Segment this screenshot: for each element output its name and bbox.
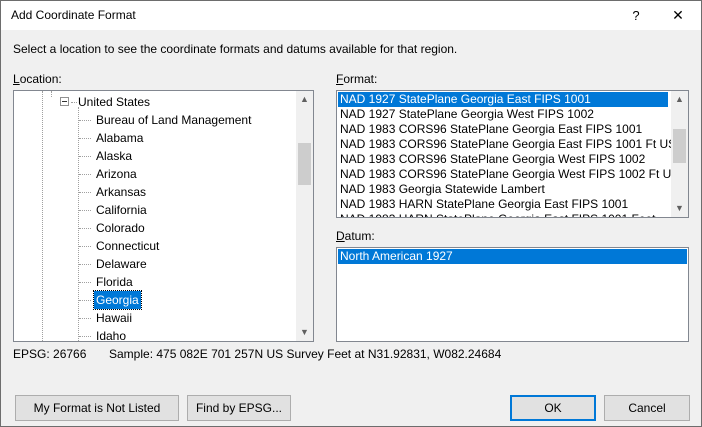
format-list-item[interactable]: NAD 1983 HARN StatePlane Georgia East FI… [338,197,668,212]
tree-item-bureau-of-land-management[interactable]: Bureau of Land Management [94,111,253,129]
help-button[interactable]: ? [613,1,659,30]
datum-list-item[interactable]: North American 1927 [338,249,687,264]
instruction-text: Select a location to see the coordinate … [13,42,458,56]
format-list-item[interactable]: NAD 1983 CORS96 StatePlane Georgia West … [338,152,668,167]
tree-item-idaho[interactable]: Idaho [94,327,128,341]
location-tree[interactable]: United States Bureau of Land Management A… [13,90,314,342]
format-list-item[interactable]: NAD 1927 StatePlane Georgia West FIPS 10… [338,107,668,122]
scroll-down-icon[interactable]: ▼ [671,200,688,217]
tree-item-arizona[interactable]: Arizona [94,165,139,183]
epsg-code: EPSG: 26766 [13,347,87,361]
tree-item-alabama[interactable]: Alabama [94,129,145,147]
location-scrollbar[interactable]: ▲ ▼ [296,91,313,341]
format-list-item[interactable]: NAD 1983 CORS96 StatePlane Georgia East … [338,122,668,137]
format-scrollbar[interactable]: ▲ ▼ [671,91,688,217]
format-list-item[interactable]: NAD 1983 Georgia Statewide Lambert [338,182,668,197]
tree-item-alaska[interactable]: Alaska [94,147,134,165]
tree-item-florida[interactable]: Florida [94,273,135,291]
sample-coordinates: Sample: 475 082E 701 257N US Survey Feet… [109,347,502,361]
tree-item-california[interactable]: California [94,201,149,219]
format-list-item[interactable]: NAD 1983 CORS96 StatePlane Georgia East … [338,137,676,152]
location-label: Location: [13,72,62,86]
format-list-item[interactable]: NAD 1983 CORS96 StatePlane Georgia West … [338,167,679,182]
tree-item-georgia[interactable]: Georgia [93,290,142,310]
format-list-item[interactable]: NAD 1983 HARN StatePlane Georgia East FI… [338,212,668,217]
scroll-up-icon[interactable]: ▲ [296,91,313,108]
format-not-listed-button[interactable]: My Format is Not Listed [15,395,179,421]
tree-item-connecticut[interactable]: Connecticut [94,237,161,255]
format-list[interactable]: NAD 1927 StatePlane Georgia East FIPS 10… [336,90,689,218]
format-label: Format: [336,72,378,86]
add-coordinate-format-dialog: Add Coordinate Format ? ✕ Select a locat… [0,0,702,427]
find-by-epsg-button[interactable]: Find by EPSG... [187,395,291,421]
datum-list[interactable]: North American 1927 [336,247,689,342]
cancel-button[interactable]: Cancel [604,395,690,421]
tree-item-hawaii[interactable]: Hawaii [94,309,134,327]
datum-label: Datum: [336,229,375,243]
tree-item-arkansas[interactable]: Arkansas [94,183,148,201]
ok-button[interactable]: OK [510,395,596,421]
dialog-title: Add Coordinate Format [11,8,136,22]
format-list-item[interactable]: NAD 1927 StatePlane Georgia East FIPS 10… [338,92,668,107]
scroll-thumb[interactable] [298,143,311,185]
tree-item-united-states[interactable]: United States [76,93,152,111]
close-button[interactable]: ✕ [655,1,701,30]
collapse-icon[interactable] [60,97,69,106]
tree-item-delaware[interactable]: Delaware [94,255,149,273]
scroll-thumb[interactable] [673,129,686,163]
scroll-down-icon[interactable]: ▼ [296,324,313,341]
title-bar: Add Coordinate Format ? ✕ [1,1,701,30]
tree-item-colorado[interactable]: Colorado [94,219,147,237]
scroll-up-icon[interactable]: ▲ [671,91,688,108]
